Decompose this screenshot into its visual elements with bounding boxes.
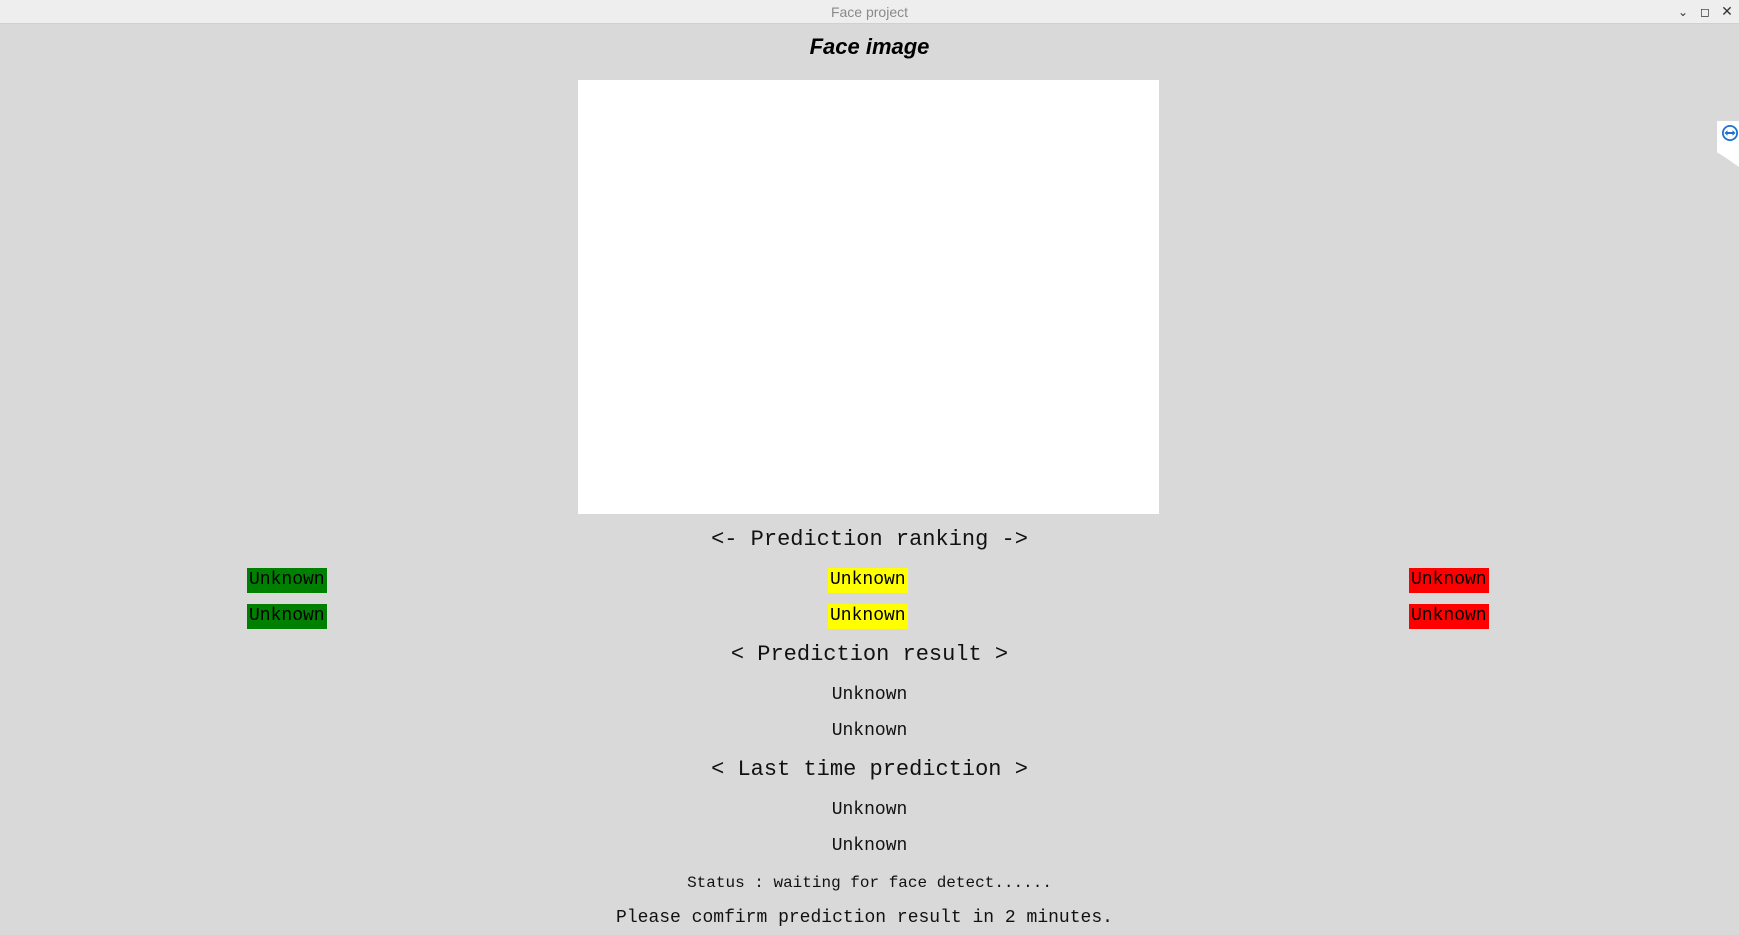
- remote-support-side-tab[interactable]: [1717, 121, 1739, 167]
- ranking-chip-green-2: Unknown: [247, 604, 327, 629]
- close-button[interactable]: ✕: [1718, 3, 1736, 21]
- prediction-result-value-2: Unknown: [831, 721, 908, 741]
- ranking-chip-yellow-2: Unknown: [828, 604, 908, 629]
- ranking-chip-green-1: Unknown: [247, 568, 327, 593]
- status-text: Status : waiting for face detect......: [687, 874, 1052, 892]
- last-prediction-value-1: Unknown: [831, 800, 908, 820]
- last-prediction-title: < Last time prediction >: [711, 757, 1028, 782]
- prediction-ranking-title: <- Prediction ranking ->: [711, 527, 1028, 552]
- confirm-message: Please comfirm prediction result in 2 mi…: [616, 908, 1113, 928]
- teamviewer-icon: [1722, 125, 1738, 141]
- face-project-window: Face project ⌄ ◻ ✕ Face image <- Predict…: [0, 0, 1739, 935]
- minimize-button[interactable]: ⌄: [1674, 3, 1692, 21]
- maximize-button[interactable]: ◻: [1696, 3, 1714, 21]
- ranking-chip-red-2: Unknown: [1409, 604, 1489, 629]
- face-image-canvas: [578, 80, 1159, 514]
- ranking-chip-red-1: Unknown: [1409, 568, 1489, 593]
- last-prediction-value-2: Unknown: [831, 836, 908, 856]
- prediction-result-value-1: Unknown: [831, 685, 908, 705]
- ranking-chip-yellow-1: Unknown: [828, 568, 908, 593]
- title-bar[interactable]: Face project ⌄ ◻ ✕: [0, 0, 1739, 24]
- face-image-heading: Face image: [809, 34, 930, 59]
- window-title: Face project: [830, 4, 909, 20]
- prediction-result-title: < Prediction result >: [730, 642, 1009, 667]
